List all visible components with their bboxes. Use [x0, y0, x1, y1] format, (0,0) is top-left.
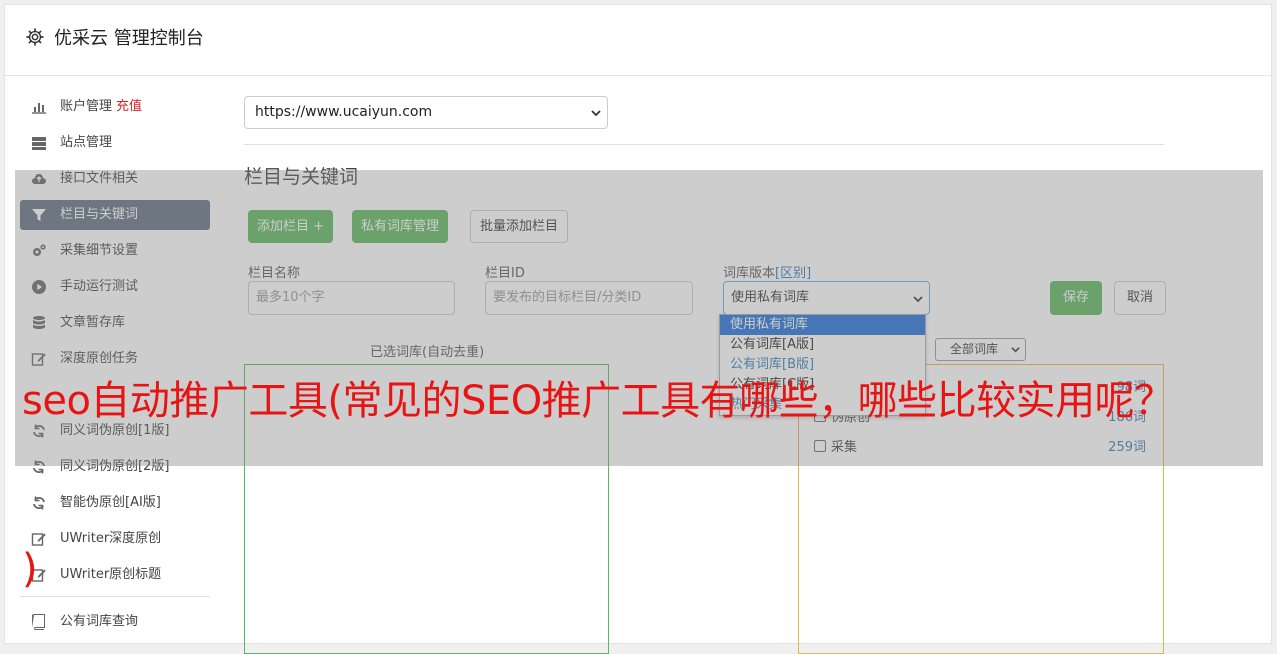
sidebar-item-label: 公有词库查询: [60, 614, 139, 629]
sidebar-item-label: 站点管理: [60, 135, 113, 150]
divider: [244, 144, 1164, 145]
banner-headline-tail: ): [22, 546, 38, 592]
sidebar-item-label: 智能伪原创[AI版]: [60, 495, 161, 510]
refresh-icon: [33, 496, 45, 510]
sidebar-item-account[interactable]: 账户管理 充值: [20, 92, 210, 122]
sidebar-item-uwriter-title[interactable]: UWriter原创标题: [20, 560, 210, 590]
sidebar-item-label: 账户管理: [60, 99, 113, 114]
edit-icon: [31, 533, 46, 546]
chevron-down-icon: [591, 110, 601, 117]
sidebar-item-label: UWriter深度原创: [60, 531, 162, 546]
page-title: 优采云 管理控制台: [54, 28, 204, 49]
recharge-link[interactable]: 充值: [116, 99, 142, 114]
header-title-wrap: 优采云 管理控制台: [25, 24, 204, 50]
server-icon: [32, 137, 46, 150]
bar-chart-icon: [32, 103, 46, 114]
sidebar-divider: [20, 596, 210, 597]
sidebar-item-ai-rewrite[interactable]: 智能伪原创[AI版]: [20, 488, 210, 518]
site-select-value: https://www.ucaiyun.com: [255, 104, 433, 120]
sidebar-item-sites[interactable]: 站点管理: [20, 128, 210, 158]
sidebar-item-label: UWriter原创标题: [60, 567, 162, 582]
site-select[interactable]: https://www.ucaiyun.com: [244, 96, 608, 129]
header: 优采云 管理控制台: [5, 5, 1271, 76]
sidebar-item-public-lib[interactable]: 公有词库查询: [20, 607, 210, 637]
gear-icon: [26, 28, 44, 46]
sidebar-item-uwriter-deep[interactable]: UWriter深度原创: [20, 524, 210, 554]
book-icon: [32, 614, 45, 630]
banner-headline: seo自动推广工具(常见的SEO推广工具有哪些，哪些比较实用呢？: [22, 378, 1174, 424]
